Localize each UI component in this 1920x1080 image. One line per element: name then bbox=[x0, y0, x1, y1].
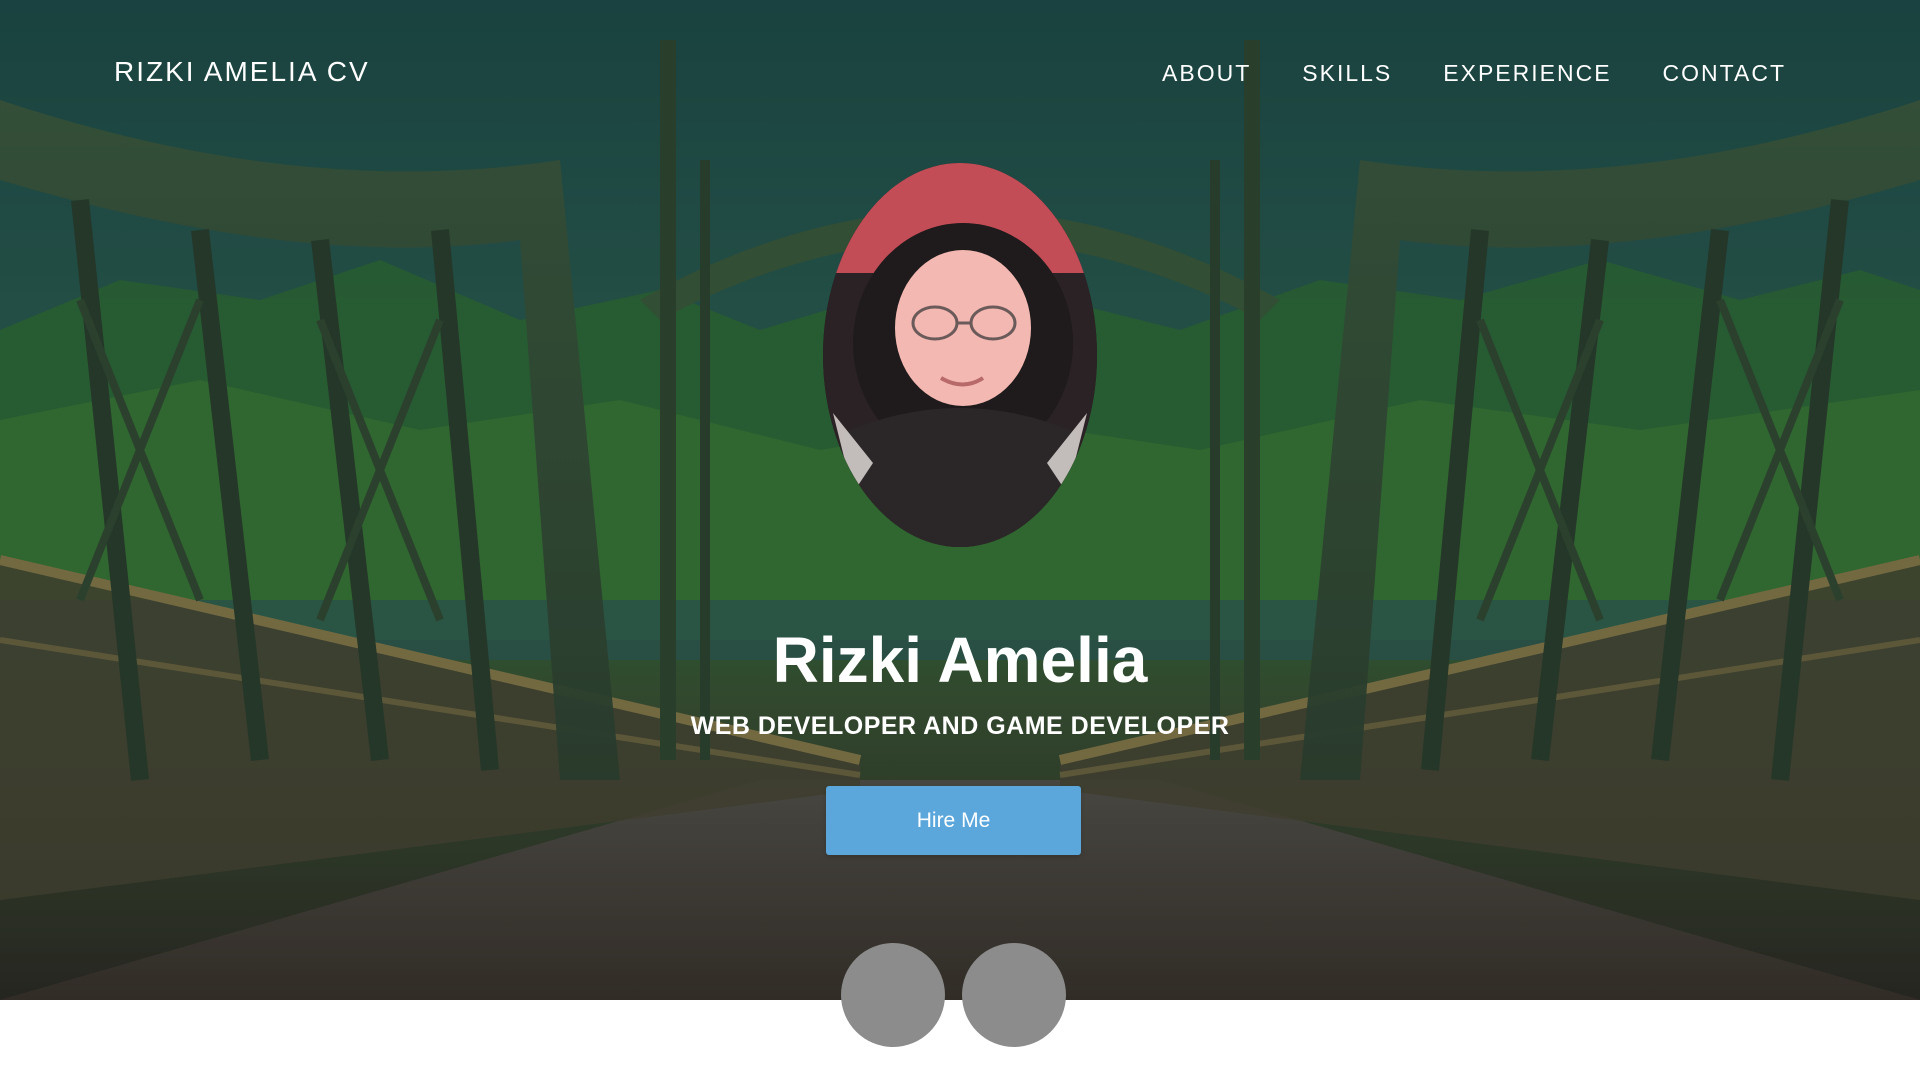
nav-item-skills[interactable]: SKILLS bbox=[1302, 60, 1392, 87]
nav-item-experience[interactable]: EXPERIENCE bbox=[1443, 60, 1611, 87]
nav-item-about[interactable]: ABOUT bbox=[1162, 60, 1251, 87]
nav-item-contact[interactable]: CONTACT bbox=[1663, 60, 1786, 87]
profile-photo bbox=[823, 163, 1097, 547]
main-nav: ABOUT SKILLS EXPERIENCE CONTACT bbox=[1162, 60, 1786, 87]
hero-subtitle: WEB DEVELOPER AND GAME DEVELOPER bbox=[690, 712, 1230, 740]
social-icon[interactable] bbox=[841, 943, 945, 1047]
profile-avatar bbox=[823, 163, 1097, 547]
hero-name: Rizki Amelia bbox=[772, 624, 1148, 696]
hire-me-button[interactable]: Hire Me bbox=[826, 786, 1081, 855]
social-icon[interactable] bbox=[962, 943, 1066, 1047]
site-brand[interactable]: RIZKI AMELIA CV bbox=[114, 56, 370, 88]
